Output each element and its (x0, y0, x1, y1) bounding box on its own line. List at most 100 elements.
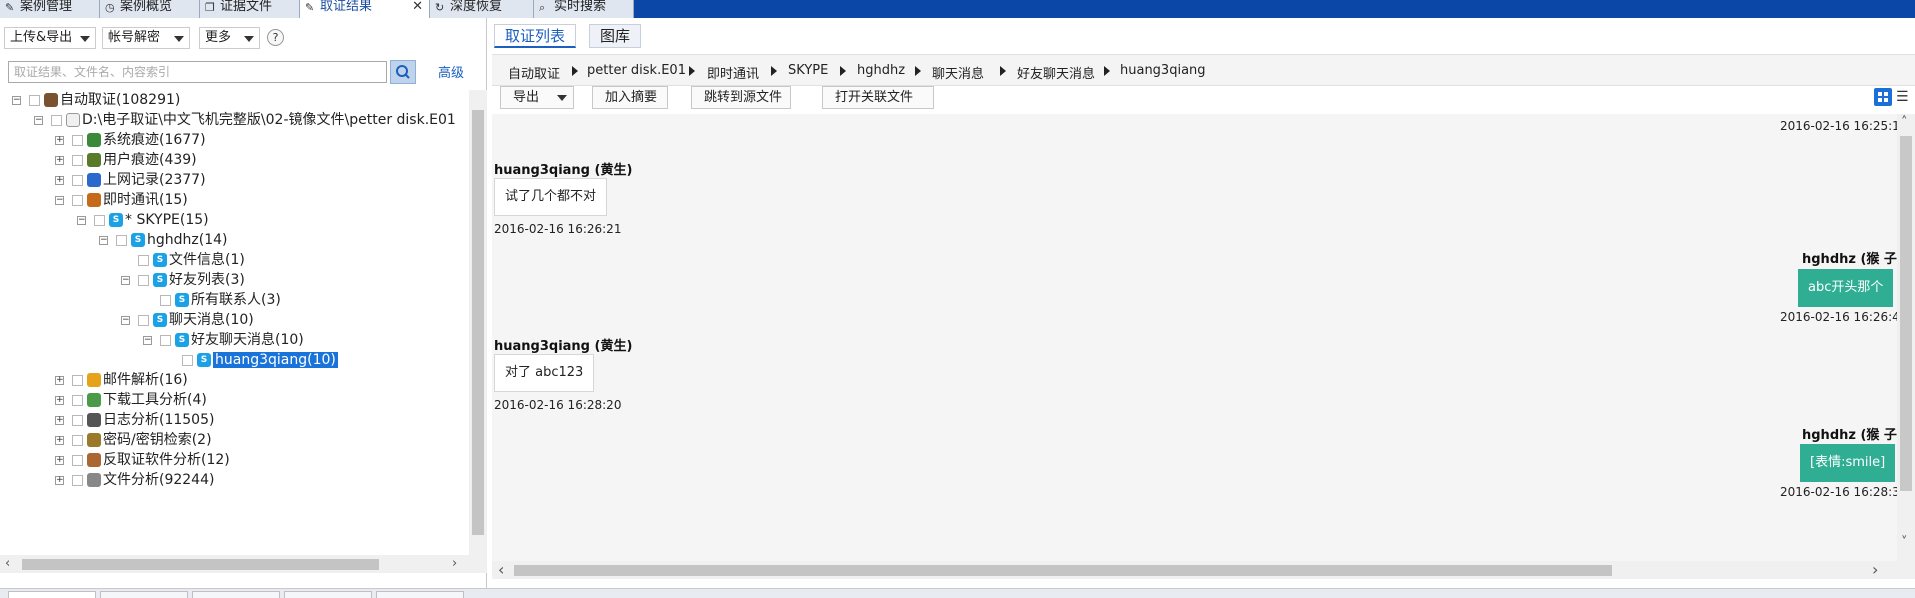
bottom-tab[interactable] (376, 591, 464, 598)
tree-node-huang3qiang[interactable]: Shuang3qiang(10) (182, 350, 338, 370)
bottom-tab[interactable] (8, 591, 96, 598)
scroll-right-icon[interactable]: › (452, 557, 457, 571)
breadcrumb-item[interactable]: petter disk.E01 (587, 63, 686, 78)
breadcrumb-item[interactable]: 好友聊天消息 (1017, 63, 1095, 82)
close-icon[interactable]: ✕ (412, 0, 423, 14)
expand-icon[interactable]: + (55, 435, 64, 445)
collapse-icon[interactable]: − (55, 195, 64, 205)
collapse-icon[interactable]: − (121, 315, 130, 325)
tree-checkbox[interactable] (72, 134, 83, 146)
bottom-tab[interactable] (284, 591, 372, 598)
tree-checkbox[interactable] (51, 114, 62, 126)
tree-node-anti-forensics[interactable]: + 反取证软件分析(12) (55, 450, 230, 470)
export-dropdown[interactable]: 导出 (500, 86, 574, 109)
expand-icon[interactable]: + (55, 175, 64, 185)
account-decrypt-dropdown[interactable]: 帐号解密 (102, 27, 190, 49)
message-bubble-incoming[interactable]: 对了 abc123 (494, 354, 595, 392)
tree-node-chat-messages[interactable]: − S 聊天消息(10) (121, 310, 254, 330)
tree-node-auto-forensics[interactable]: − 自动取证(108291) (12, 90, 180, 110)
tree-node-log-analysis[interactable]: + 日志分析(11505) (55, 410, 214, 430)
expand-icon[interactable]: + (55, 155, 64, 165)
bottom-tab[interactable] (100, 591, 188, 598)
more-dropdown[interactable]: 更多 (199, 27, 260, 49)
breadcrumb-item[interactable]: hghdhz (857, 63, 905, 78)
tree-node-system-traces[interactable]: + 系统痕迹(1677) (55, 130, 206, 150)
collapse-icon[interactable]: − (77, 215, 86, 225)
open-linked-file-button[interactable]: 打开关联文件 (822, 86, 934, 109)
tree-checkbox[interactable] (138, 274, 149, 286)
tree-checkbox[interactable] (72, 154, 83, 166)
grid-view-icon[interactable] (1874, 88, 1892, 106)
collapse-icon[interactable]: − (99, 235, 108, 245)
tab-case-management[interactable]: ✎ 案例管理 (0, 0, 100, 18)
tree-node-user-traces[interactable]: + 用户痕迹(439) (55, 150, 197, 170)
bottom-tab[interactable] (192, 591, 280, 598)
chat-vertical-scroll-thumb[interactable] (1900, 136, 1912, 491)
expand-icon[interactable]: + (55, 415, 64, 425)
expand-icon[interactable]: + (55, 475, 64, 485)
tree-checkbox[interactable] (116, 234, 127, 246)
collapse-icon[interactable]: − (121, 275, 130, 285)
list-view-icon[interactable]: ☰ (1896, 88, 1912, 106)
expand-icon[interactable]: + (55, 455, 64, 465)
chat-horizontal-scroll-thumb[interactable] (514, 565, 1612, 576)
expand-icon[interactable]: + (55, 395, 64, 405)
tree-node-password-key[interactable]: + 密码/密钥检索(2) (55, 430, 212, 450)
tree-checkbox[interactable] (138, 254, 149, 266)
tree-checkbox[interactable] (29, 94, 40, 106)
tree-node-instant-messaging[interactable]: − 即时通讯(15) (55, 190, 188, 210)
upload-export-dropdown[interactable]: 上传&导出 (4, 27, 96, 49)
tab-forensic-results[interactable]: ✎ 取证结果 ✕ (300, 0, 430, 18)
breadcrumb-item[interactable]: 即时通讯 (707, 63, 759, 82)
collapse-icon[interactable]: − (34, 115, 43, 125)
message-bubble-outgoing[interactable]: [表情:smile] (1800, 444, 1896, 482)
tree-node-file-analysis[interactable]: + 文件分析(92244) (55, 470, 214, 490)
scroll-left-icon[interactable]: ‹ (5, 557, 10, 571)
tree-node-friend-list[interactable]: − S 好友列表(3) (121, 270, 245, 290)
tree-node-mail-parsing[interactable]: + 邮件解析(16) (55, 370, 188, 390)
tree-checkbox[interactable] (72, 374, 83, 386)
tree-node-skype[interactable]: − S * SKYPE(15) (77, 210, 209, 230)
jump-to-source-button[interactable]: 跳转到源文件 (691, 86, 791, 109)
tree-node-internet-records[interactable]: + 上网记录(2377) (55, 170, 206, 190)
breadcrumb-item[interactable]: SKYPE (788, 63, 828, 78)
tree-checkbox[interactable] (72, 454, 83, 466)
search-input[interactable]: 取证结果、文件名、内容索引 (8, 61, 387, 83)
tree-node-all-contacts[interactable]: S 所有联系人(3) (160, 290, 281, 310)
tab-gallery[interactable]: 图库 (589, 24, 642, 48)
expand-icon[interactable]: + (55, 375, 64, 385)
tree-node-hghdhz[interactable]: − Shghdhz(14) (99, 230, 227, 250)
tree-checkbox[interactable] (72, 474, 83, 486)
tab-deep-recovery[interactable]: ↻ 深度恢复 (430, 0, 534, 18)
collapse-icon[interactable]: − (143, 335, 152, 345)
help-icon[interactable]: ? (267, 29, 284, 46)
tree-checkbox[interactable] (94, 214, 105, 226)
message-bubble-incoming[interactable]: 试了几个都不对 (494, 178, 608, 216)
tab-evidence-files[interactable]: ❐ 证据文件 (200, 0, 300, 18)
tree-node-image-file[interactable]: − D:\电子取证\中文飞机完整版\02-镜像文件\petter disk.E01 (34, 110, 456, 130)
tab-evidence-list[interactable]: 取证列表 (494, 24, 577, 48)
breadcrumb-item[interactable]: huang3qiang (1120, 63, 1206, 78)
tree-node-friend-chat-messages[interactable]: − S 好友聊天消息(10) (143, 330, 304, 350)
tree-checkbox[interactable] (138, 314, 149, 326)
search-button[interactable] (390, 60, 416, 84)
scroll-up-icon[interactable]: ˄ (1901, 116, 1908, 130)
tree-checkbox[interactable] (72, 194, 83, 206)
tree-checkbox[interactable] (72, 414, 83, 426)
breadcrumb-item[interactable]: 聊天消息 (932, 63, 984, 82)
tab-case-overview[interactable]: ◷ 案例概览 (100, 0, 200, 18)
message-bubble-outgoing[interactable]: abc开头那个 (1798, 269, 1894, 307)
collapse-icon[interactable]: − (12, 95, 21, 105)
advanced-search-link[interactable]: 高级 (438, 62, 464, 81)
tab-realtime-search[interactable]: ⌕ 实时搜索 (534, 0, 634, 18)
expand-icon[interactable]: + (55, 135, 64, 145)
scroll-left-icon[interactable]: ‹ (498, 562, 504, 578)
scroll-right-icon[interactable]: › (1872, 562, 1878, 578)
tree-checkbox[interactable] (72, 174, 83, 186)
tree-node-file-info[interactable]: S 文件信息(1) (138, 250, 245, 270)
tree-checkbox[interactable] (72, 434, 83, 446)
tree-checkbox[interactable] (182, 354, 193, 366)
tree-node-download-tools[interactable]: + 下载工具分析(4) (55, 390, 207, 410)
tree-checkbox[interactable] (160, 334, 171, 346)
scroll-down-icon[interactable]: ˅ (1901, 536, 1908, 550)
